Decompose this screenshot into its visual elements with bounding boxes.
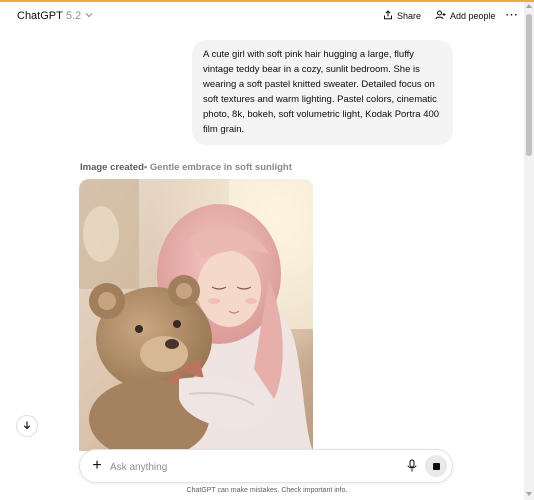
model-version: 5.2 <box>65 10 82 22</box>
image-status: Image created <box>80 162 144 173</box>
composer: + <box>79 449 453 483</box>
add-people-label: Add people <box>450 11 496 21</box>
scroll-to-bottom-button[interactable] <box>16 415 38 437</box>
share-label: Share <box>397 11 422 21</box>
plus-icon[interactable]: + <box>89 457 105 475</box>
image-title: • Gentle embrace in soft sunlight <box>143 162 292 173</box>
stop-icon <box>432 462 440 470</box>
add-person-icon <box>435 10 446 22</box>
user-message-bubble: A cute girl with soft pink hair hugging … <box>192 40 453 145</box>
chevron-down-icon <box>85 11 93 21</box>
model-selector[interactable]: ChatGPT 5.2 <box>17 10 93 22</box>
microphone-icon[interactable] <box>406 459 418 473</box>
scroll-up-arrow-icon[interactable] <box>526 4 532 8</box>
image-caption: Image created• Gentle embrace in soft su… <box>80 162 292 173</box>
share-button[interactable]: Share <box>383 10 421 22</box>
add-people-button[interactable]: Add people <box>435 10 496 22</box>
stop-button[interactable] <box>425 455 447 477</box>
prompt-input[interactable] <box>110 458 380 476</box>
model-name: ChatGPT <box>17 10 63 22</box>
disclaimer: ChatGPT can make mistakes. Check importa… <box>186 487 348 494</box>
header-bar: ChatGPT 5.2 Share Add people ⋯ <box>0 2 524 32</box>
generated-image[interactable] <box>79 179 313 451</box>
ellipsis-icon[interactable]: ⋯ <box>505 7 519 23</box>
scrollbar[interactable] <box>524 2 534 500</box>
share-icon <box>383 10 393 22</box>
arrow-down-icon <box>22 417 32 435</box>
scrollbar-thumb[interactable] <box>526 14 532 156</box>
